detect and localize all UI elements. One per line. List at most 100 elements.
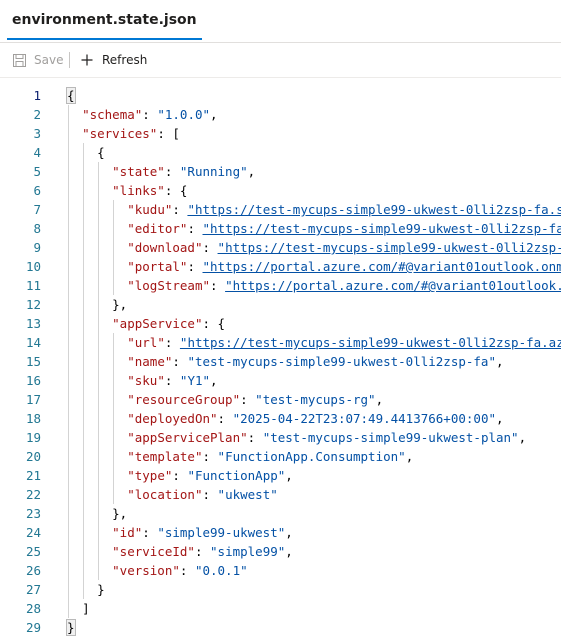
code-line[interactable]: }, (67, 295, 561, 314)
code-line[interactable]: "id": "simple99-ukwest", (67, 523, 561, 542)
save-icon (12, 53, 26, 67)
indent-guide (68, 181, 69, 200)
line-number: 28 (25, 601, 41, 616)
line-number: 21 (25, 468, 41, 483)
json-link[interactable]: "https://portal.azure.com/#@variant01out… (225, 278, 561, 293)
indent-guide (113, 276, 114, 295)
code-line[interactable]: "appService": { (67, 314, 561, 333)
indent-guide (98, 257, 99, 276)
code-line[interactable]: "portal": "https://portal.azure.com/#@va… (67, 257, 561, 276)
code-line[interactable]: "kudu": "https://test-mycups-simple99-uk… (67, 200, 561, 219)
json-key: "resourceGroup" (127, 392, 241, 407)
plus-icon (80, 53, 94, 67)
indent-guide (98, 409, 99, 428)
json-key: "sku" (127, 373, 165, 388)
indent-guide (68, 523, 69, 542)
json-punctuation: : (194, 544, 211, 559)
code-line[interactable]: "schema": "1.0.0", (67, 105, 561, 124)
code-line[interactable]: "editor": "https://test-mycups-simple99-… (67, 219, 561, 238)
code-line[interactable]: "template": "FunctionApp.Consumption", (67, 447, 561, 466)
code-line[interactable]: "resourceGroup": "test-mycups-rg", (67, 390, 561, 409)
json-punctuation: : (172, 468, 188, 483)
code-line[interactable]: ] (67, 599, 561, 618)
indent-guide (83, 428, 84, 447)
json-key: "download" (127, 240, 203, 255)
indent-guide (83, 390, 84, 409)
indent-guide (83, 447, 84, 466)
indent-guide (98, 428, 99, 447)
indent-guide (83, 352, 84, 371)
line-number: 25 (25, 544, 41, 559)
json-link[interactable]: "https://test-mycups-simple99-ukwest-0ll… (180, 335, 561, 350)
code-line[interactable]: "logStream": "https://portal.azure.com/#… (67, 276, 561, 295)
indent-guide (83, 409, 84, 428)
code-area[interactable]: { "schema": "1.0.0", "services": [ { "st… (66, 86, 561, 637)
line-number: 26 (25, 563, 41, 578)
json-punctuation: { (97, 145, 105, 160)
line-number: 17 (25, 392, 41, 407)
save-button[interactable]: Save (12, 43, 63, 77)
code-line[interactable]: "name": "test-mycups-simple99-ukwest-0ll… (67, 352, 561, 371)
json-punctuation: , (210, 373, 218, 388)
line-number: 19 (25, 430, 41, 445)
code-line[interactable]: "version": "0.0.1" (67, 561, 561, 580)
line-number: 16 (25, 373, 41, 388)
line-number: 5 (33, 164, 41, 179)
json-link[interactable]: "https://test-mycups-simple99-ukwest-0ll… (203, 221, 561, 236)
code-line[interactable]: } (66, 618, 561, 637)
json-link[interactable]: "https://portal.azure.com/#@variant01out… (203, 259, 561, 274)
code-line[interactable]: "services": [ (67, 124, 561, 143)
line-number: 1 (33, 88, 41, 103)
code-line[interactable]: }, (67, 504, 561, 523)
json-punctuation: : (172, 202, 188, 217)
json-link[interactable]: "https://test-mycups-simple99-ukwest-0ll… (187, 202, 561, 217)
code-line[interactable]: "appServicePlan": "test-mycups-simple99-… (67, 428, 561, 447)
indent-guide (98, 466, 99, 485)
indent-guide (83, 314, 84, 333)
json-punctuation: , (247, 164, 256, 179)
code-line[interactable]: "sku": "Y1", (67, 371, 561, 390)
refresh-button[interactable]: Refresh (80, 43, 147, 77)
indent-guide (68, 542, 69, 561)
json-punctuation: : { (164, 183, 188, 198)
tab-bar: environment.state.json (0, 0, 561, 43)
json-editor[interactable]: 1 2 3 4 5 6 7 8 9 10 11 12 13 14 15 16 17 18 19 20 21 22 23 24 2… (0, 82, 561, 643)
tab-title: environment.state.json (12, 12, 197, 28)
code-line[interactable]: "state": "Running", (67, 162, 561, 181)
indent-guide (68, 485, 69, 504)
json-punctuation: }, (112, 297, 128, 312)
indent-guide (98, 333, 99, 352)
json-punctuation: , (210, 107, 218, 122)
code-line[interactable]: } (67, 580, 561, 599)
indent-guide (83, 561, 84, 580)
code-line[interactable]: { (66, 86, 561, 105)
json-punctuation: : (202, 487, 218, 502)
code-line[interactable]: "type": "FunctionApp", (67, 466, 561, 485)
indent-guide (68, 371, 69, 390)
indent-guide (83, 162, 84, 181)
json-string: "test-mycups-rg" (255, 392, 376, 407)
json-link[interactable]: "https://test-mycups-simple99-ukwest-0ll… (218, 240, 561, 255)
code-line[interactable]: "location": "ukwest" (67, 485, 561, 504)
refresh-label: Refresh (102, 53, 148, 67)
indent-guide (113, 390, 114, 409)
tab-environment-state-json[interactable]: environment.state.json (7, 0, 202, 40)
indent-guide (98, 276, 99, 295)
code-line[interactable]: "url": "https://test-mycups-simple99-ukw… (67, 333, 561, 352)
code-line[interactable]: "links": { (67, 181, 561, 200)
indent-guide (83, 523, 84, 542)
line-number: 15 (25, 354, 41, 369)
code-line[interactable]: "serviceId": "simple99", (67, 542, 561, 561)
code-line[interactable]: "download": "https://test-mycups-simple9… (67, 238, 561, 257)
indent-guide (83, 580, 84, 599)
indent-guide (98, 314, 99, 333)
indent-guide (68, 352, 69, 371)
json-key: "template" (127, 449, 203, 464)
code-line[interactable]: { (67, 143, 561, 162)
line-number: 8 (33, 221, 41, 236)
json-key: "services" (82, 126, 158, 141)
code-line[interactable]: "deployedOn": "2025-04-22T23:07:49.44137… (67, 409, 561, 428)
json-string: "0.0.1" (194, 563, 248, 578)
indent-guide (113, 447, 114, 466)
json-punctuation: , (496, 354, 504, 369)
